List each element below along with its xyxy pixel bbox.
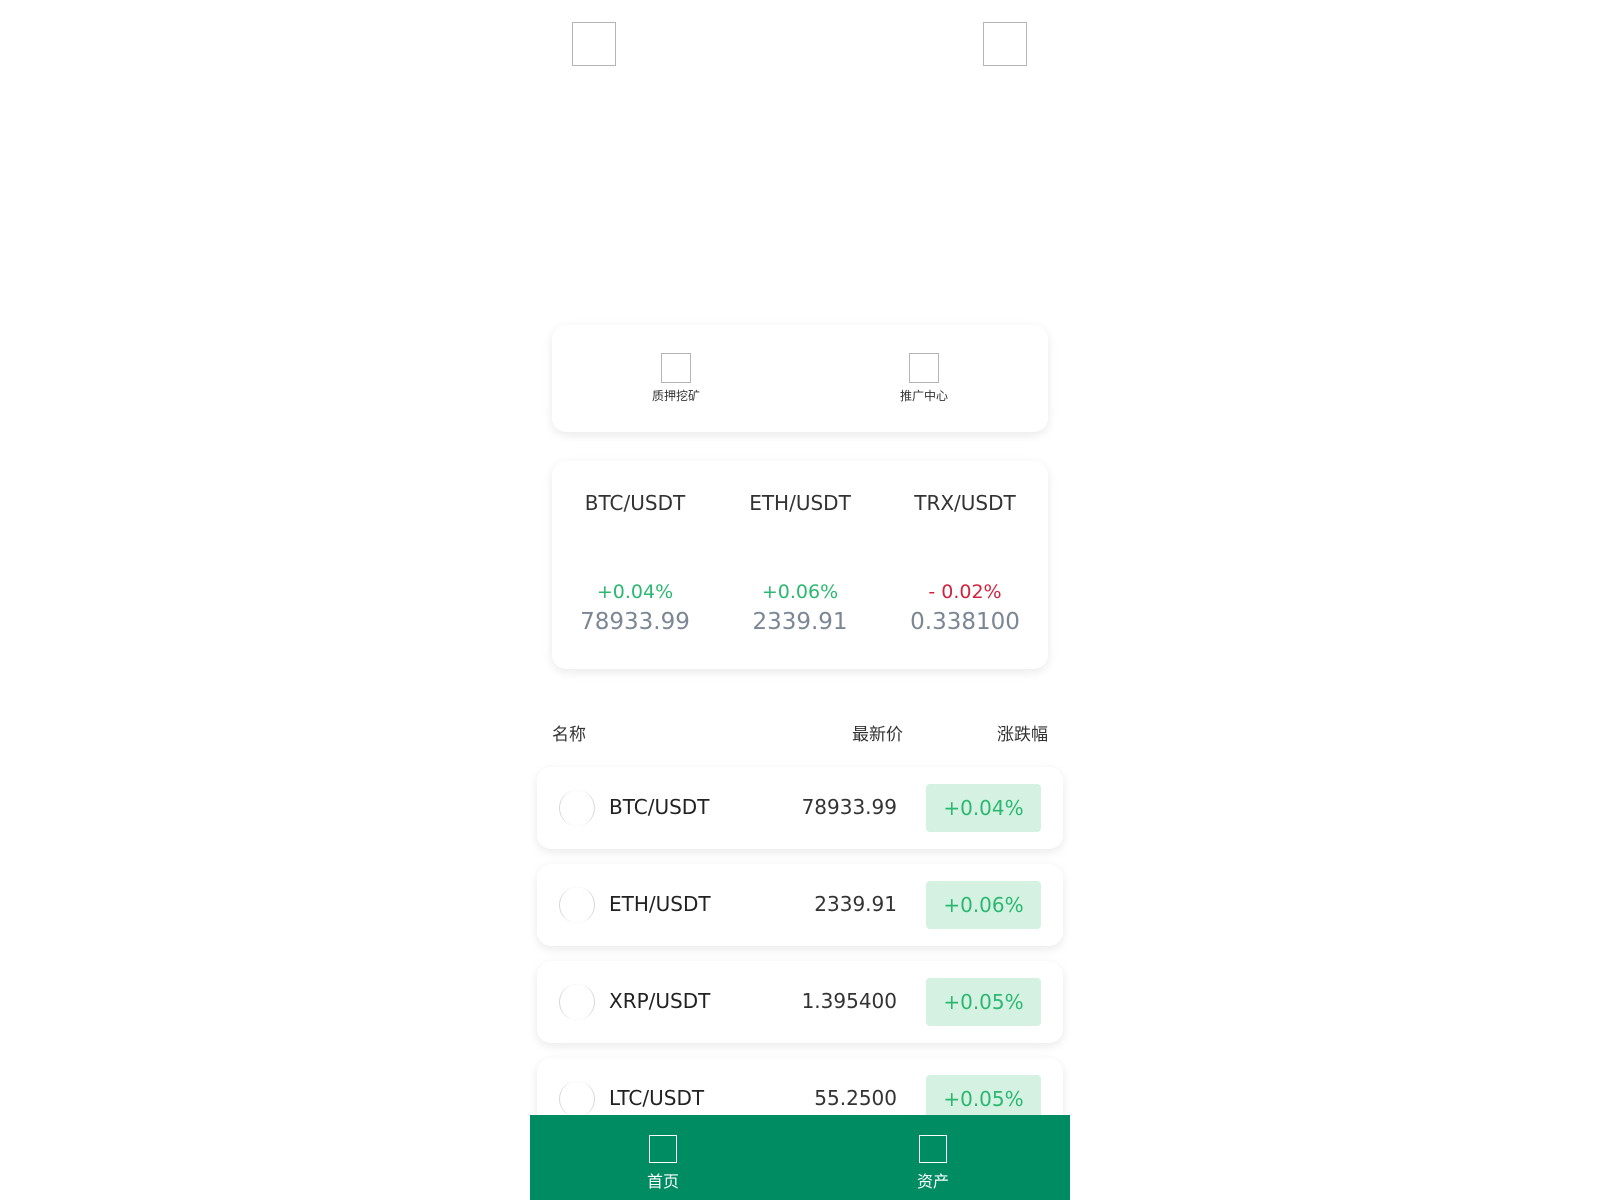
header-right-image-placeholder-icon[interactable]: [983, 22, 1027, 66]
quick-menu-staking-mining[interactable]: 质押挖矿: [616, 353, 736, 404]
ticker-change: +0.06%: [761, 581, 839, 603]
ticker-change: +0.04%: [596, 581, 674, 603]
ticker-item-eth[interactable]: ETH/USDT +0.06% 2339.91: [725, 491, 875, 635]
market-price: 2339.91: [814, 892, 897, 916]
btc-coin-icon: [559, 790, 595, 826]
tab-label: 资产: [916, 1172, 949, 1191]
market-pair: ETH/USDT: [609, 892, 711, 916]
ticker-price: 78933.99: [580, 609, 690, 635]
home-icon: [649, 1135, 677, 1163]
ticker-price: 0.338100: [910, 609, 1020, 635]
market-change-badge: +0.06%: [926, 881, 1041, 929]
tab-assets[interactable]: 资产: [873, 1135, 993, 1192]
market-row-xrp[interactable]: XRP/USDT 1.395400 +0.05%: [537, 961, 1063, 1043]
tab-label: 首页: [646, 1172, 679, 1191]
quick-menu-label: 推广中心: [899, 389, 948, 403]
market-row-btc[interactable]: BTC/USDT 78933.99 +0.04%: [537, 767, 1063, 849]
market-price: 55.2500: [814, 1086, 897, 1110]
ticker-card: BTC/USDT +0.04% 78933.99 ETH/USDT +0.06%…: [552, 461, 1048, 669]
market-pair: LTC/USDT: [609, 1086, 705, 1110]
market-row-eth[interactable]: ETH/USDT 2339.91 +0.06%: [537, 864, 1063, 946]
column-header-price: 最新价: [852, 725, 903, 745]
market-list-header: 名称 最新价 涨跌幅: [552, 720, 1048, 746]
ticker-pair: BTC/USDT: [584, 491, 686, 515]
column-header-name: 名称: [552, 725, 586, 745]
market-price: 78933.99: [801, 795, 897, 819]
ltc-coin-icon: [559, 1081, 595, 1117]
bottom-tab-bar: 首页 资产: [530, 1115, 1070, 1200]
xrp-coin-icon: [559, 984, 595, 1020]
ticker-item-btc[interactable]: BTC/USDT +0.04% 78933.99: [560, 491, 710, 635]
market-pair: XRP/USDT: [609, 989, 711, 1013]
quick-menu-promotion-center[interactable]: 推广中心: [864, 353, 984, 404]
ticker-item-trx[interactable]: TRX/USDT - 0.02% 0.338100: [890, 491, 1040, 635]
quick-menu-label: 质押挖矿: [651, 389, 700, 403]
market-price: 1.395400: [801, 989, 897, 1013]
ticker-pair: ETH/USDT: [749, 491, 851, 515]
promotion-center-icon: [909, 353, 939, 383]
market-change-badge: +0.05%: [926, 978, 1041, 1026]
ticker-change: - 0.02%: [928, 581, 1002, 603]
quick-menu-card: 质押挖矿 推广中心: [552, 325, 1048, 432]
market-pair: BTC/USDT: [609, 795, 710, 819]
assets-icon: [919, 1135, 947, 1163]
tab-home[interactable]: 首页: [603, 1135, 723, 1192]
ticker-pair: TRX/USDT: [914, 491, 1016, 515]
eth-coin-icon: [559, 887, 595, 923]
staking-mining-icon: [661, 353, 691, 383]
ticker-price: 2339.91: [752, 609, 848, 635]
column-header-change: 涨跌幅: [997, 725, 1048, 745]
market-change-badge: +0.04%: [926, 784, 1041, 832]
header-left-image-placeholder-icon[interactable]: [572, 22, 616, 66]
app-screen: 质押挖矿 推广中心 BTC/USDT +0.04% 78933.99 ETH/U…: [530, 0, 1070, 1200]
